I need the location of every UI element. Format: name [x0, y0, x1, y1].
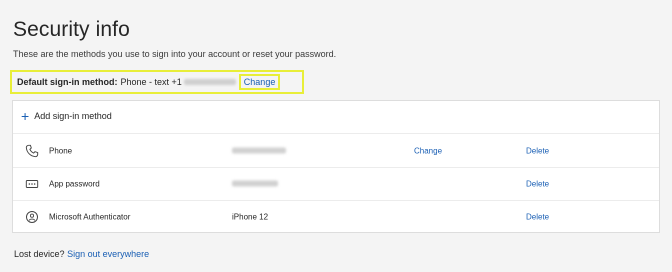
phone-delete-link[interactable]: Delete: [526, 146, 549, 155]
app-password-delete-link[interactable]: Delete: [526, 180, 549, 189]
plus-icon: +: [21, 108, 30, 124]
method-name: Phone: [49, 146, 73, 155]
sign-in-methods-card: + Add sign-in method Phone Change Delete: [12, 100, 660, 233]
default-method-value: Phone - text +1: [120, 77, 182, 87]
method-row-authenticator: Microsoft Authenticator iPhone 12 Delete: [13, 200, 659, 233]
page-title: Security info: [13, 18, 130, 41]
default-sign-in-method: Default sign-in method: Phone - text +1 …: [10, 70, 304, 94]
phone-change-link[interactable]: Change: [414, 146, 442, 155]
lost-device-line: Lost device? Sign out everywhere: [14, 249, 149, 259]
redacted-phone-number: [183, 79, 236, 85]
default-method-change-link[interactable]: Change: [238, 74, 281, 90]
sign-out-everywhere-link[interactable]: Sign out everywhere: [67, 249, 149, 259]
authenticator-delete-link[interactable]: Delete: [526, 213, 549, 222]
method-row-app-password: App password Delete: [13, 167, 659, 200]
method-detail: iPhone 12: [232, 212, 269, 222]
page-subtitle: These are the methods you use to sign in…: [13, 49, 337, 59]
lost-device-label: Lost device?: [14, 249, 65, 259]
add-sign-in-method-label: Add sign-in method: [34, 111, 112, 121]
method-name: Microsoft Authenticator: [49, 212, 131, 222]
method-row-phone: Phone Change Delete: [13, 133, 659, 167]
security-info-page: Security info These are the methods you …: [0, 0, 672, 272]
phone-icon: [25, 144, 39, 158]
add-sign-in-method-button[interactable]: + Add sign-in method: [21, 108, 112, 124]
method-name: App password: [49, 179, 100, 189]
default-method-label: Default sign-in method:: [17, 77, 118, 87]
password-icon: [25, 177, 39, 191]
method-detail-redacted: [232, 180, 278, 189]
authenticator-icon: [25, 210, 39, 224]
method-detail-redacted: [232, 146, 286, 155]
